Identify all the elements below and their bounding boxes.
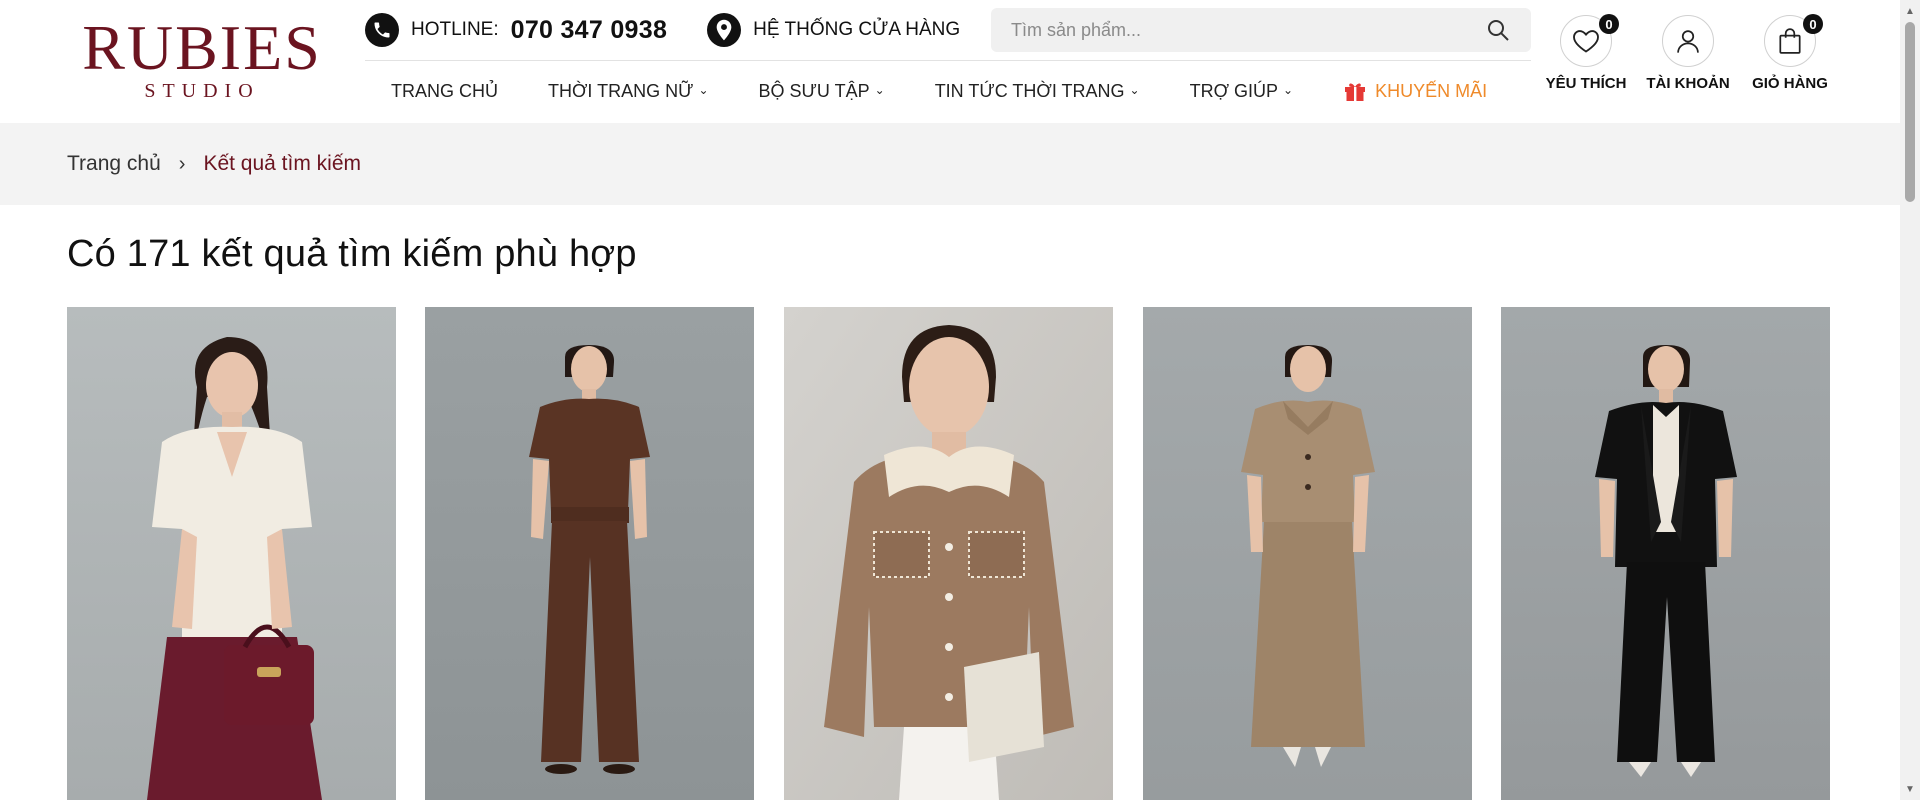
nav-label: TRANG CHỦ xyxy=(391,80,498,101)
product-card[interactable] xyxy=(784,307,1113,800)
account-icon-circle xyxy=(1662,15,1714,67)
product-grid xyxy=(67,307,1830,800)
store-system-label: HỆ THỐNG CỬA HÀNG xyxy=(753,19,961,40)
scroll-up-arrow-icon[interactable]: ▲ xyxy=(1900,2,1920,20)
nav-item-women-fashion[interactable]: THỜI TRANG NỮ ⌄ xyxy=(548,81,709,102)
product-image[interactable] xyxy=(1143,307,1472,800)
hotline[interactable]: HOTLINE: 070 347 0938 xyxy=(365,13,667,47)
promo-label: KHUYẾN MÃI xyxy=(1375,80,1488,101)
store-system-link[interactable]: HỆ THỐNG CỬA HÀNG xyxy=(707,13,960,47)
brand-subtitle: STUDIO xyxy=(144,80,260,102)
brand-logo[interactable]: RUBIES STUDIO xyxy=(67,12,337,104)
account-label: TÀI KHOẢN xyxy=(1646,75,1730,92)
product-card[interactable] xyxy=(67,307,396,800)
wishlist-button[interactable]: 0 YÊU THÍCH xyxy=(1535,14,1637,92)
search-icon[interactable] xyxy=(1485,17,1511,43)
product-card[interactable] xyxy=(1143,307,1472,800)
product-card[interactable] xyxy=(425,307,754,800)
nav-item-promotions[interactable]: KHUYẾN MÃI xyxy=(1343,79,1487,103)
brand-name: RUBIES xyxy=(82,12,322,83)
nav-item-home[interactable]: TRANG CHỦ xyxy=(391,81,498,102)
nav-item-fashion-news[interactable]: TIN TỨC THỜI TRANG ⌄ xyxy=(935,81,1140,102)
nav-label: TRỢ GIÚP xyxy=(1189,80,1279,101)
page-title: Có 171 kết quả tìm kiếm phù hợp xyxy=(67,233,637,275)
gift-icon xyxy=(1343,79,1367,103)
search-input[interactable] xyxy=(1011,19,1485,41)
product-image[interactable] xyxy=(67,307,396,800)
chevron-down-icon: ⌄ xyxy=(698,83,709,97)
account-button[interactable]: TÀI KHOẢN xyxy=(1637,15,1739,92)
cart-icon-circle: 0 xyxy=(1764,14,1823,67)
nav-label: TIN TỨC THỜI TRANG xyxy=(934,80,1125,101)
wishlist-icon-circle: 0 xyxy=(1560,14,1619,67)
cart-count-badge: 0 xyxy=(1803,14,1823,34)
nav-label: THỜI TRANG NỮ xyxy=(548,80,694,101)
chevron-down-icon: ⌄ xyxy=(874,83,885,97)
location-pin-icon xyxy=(707,13,742,47)
wishlist-count-badge: 0 xyxy=(1599,14,1619,34)
product-image[interactable] xyxy=(1501,307,1830,800)
user-actions: 0 YÊU THÍCH TÀI KHOẢN 0 GIỎ HÀNG xyxy=(1535,14,1841,92)
heart-icon xyxy=(1573,30,1599,53)
user-icon xyxy=(1677,30,1699,53)
chevron-down-icon: ⌄ xyxy=(1129,83,1140,97)
chevron-down-icon: ⌄ xyxy=(1283,83,1294,97)
wishlist-label: YÊU THÍCH xyxy=(1545,75,1627,92)
breadcrumb-current: Kết quả tìm kiếm xyxy=(203,152,362,175)
breadcrumb-home[interactable]: Trang chủ xyxy=(67,152,161,176)
nav-label: BỘ SƯU TẬP xyxy=(758,80,870,101)
hotline-number[interactable]: 070 347 0938 xyxy=(511,16,668,45)
main-nav: TRANG CHỦ THỜI TRANG NỮ ⌄ BỘ SƯU TẬP ⌄ T… xyxy=(365,76,1487,106)
chevron-right-icon: › xyxy=(178,152,186,175)
cart-label: GIỎ HÀNG xyxy=(1752,75,1828,92)
breadcrumb: Trang chủ › Kết quả tìm kiếm xyxy=(0,123,1900,205)
product-card[interactable] xyxy=(1501,307,1830,800)
header-divider xyxy=(365,60,1531,61)
phone-icon xyxy=(365,13,399,47)
search-bar xyxy=(991,8,1531,52)
contact-bar: HOTLINE: 070 347 0938 HỆ THỐNG CỬA HÀNG xyxy=(365,8,960,52)
hotline-label: HOTLINE: xyxy=(411,19,499,40)
nav-item-collections[interactable]: BỘ SƯU TẬP ⌄ xyxy=(759,81,885,102)
product-image[interactable] xyxy=(784,307,1113,800)
page-scrollbar[interactable]: ▲ ▼ xyxy=(1900,0,1920,800)
site-header: RUBIES STUDIO HOTLINE: 070 347 0938 HỆ T… xyxy=(0,0,1900,123)
nav-item-help[interactable]: TRỢ GIÚP ⌄ xyxy=(1190,81,1294,102)
bag-icon xyxy=(1779,28,1801,54)
cart-button[interactable]: 0 GIỎ HÀNG xyxy=(1739,14,1841,92)
scroll-down-arrow-icon[interactable]: ▼ xyxy=(1900,780,1920,798)
product-image[interactable] xyxy=(425,307,754,800)
scrollbar-thumb[interactable] xyxy=(1905,22,1915,202)
